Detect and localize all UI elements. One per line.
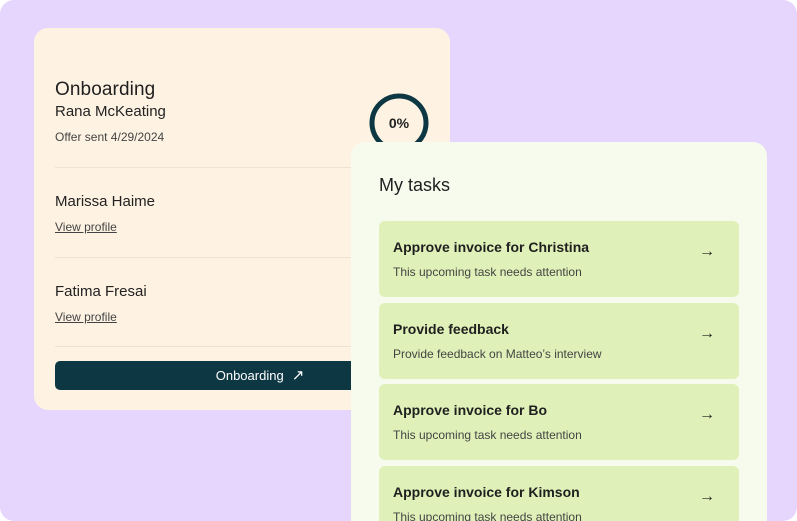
task-item[interactable]: Provide feedback Provide feedback on Mat… — [379, 303, 739, 379]
view-profile-link[interactable]: View profile — [55, 220, 117, 234]
arrow-right-icon: → — [699, 325, 715, 342]
tasks-title: My tasks — [379, 175, 451, 195]
arrow-up-right-icon: ↗ — [291, 367, 305, 384]
candidate-divider — [55, 346, 385, 347]
task-subtitle: Provide feedback on Matteo’s interview — [393, 347, 602, 361]
canvas-background: Onboarding Rana McKeating Offer sent 4/2… — [0, 0, 797, 521]
arrow-right-icon: → — [699, 243, 715, 260]
task-subtitle: This upcoming task needs attention — [393, 510, 582, 521]
task-subtitle: This upcoming task needs attention — [393, 428, 582, 442]
candidate-divider — [55, 257, 385, 258]
task-item[interactable]: Approve invoice for Bo This upcoming tas… — [379, 384, 739, 460]
onboarding-button[interactable]: Onboarding ↗ — [55, 361, 385, 390]
arrow-right-icon: → — [699, 406, 715, 423]
task-item[interactable]: Approve invoice for Christina This upcom… — [379, 221, 739, 297]
candidate-divider — [55, 167, 385, 168]
task-title: Approve invoice for Christina — [393, 239, 590, 255]
task-subtitle: This upcoming task needs attention — [393, 265, 582, 279]
view-profile-link[interactable]: View profile — [55, 310, 117, 324]
task-item[interactable]: Approve invoice for Kimson This upcoming… — [379, 466, 739, 521]
task-title: Approve invoice for Kimson — [393, 484, 580, 500]
task-title: Provide feedback — [393, 321, 509, 337]
tasks-card: My tasks Approve invoice for Christina T… — [351, 142, 767, 521]
onboarding-button-label: Onboarding — [215, 368, 284, 383]
task-title: Approve invoice for Bo — [393, 402, 548, 418]
arrow-right-icon: → — [699, 488, 715, 505]
onboarding-title: Onboarding — [55, 79, 156, 100]
